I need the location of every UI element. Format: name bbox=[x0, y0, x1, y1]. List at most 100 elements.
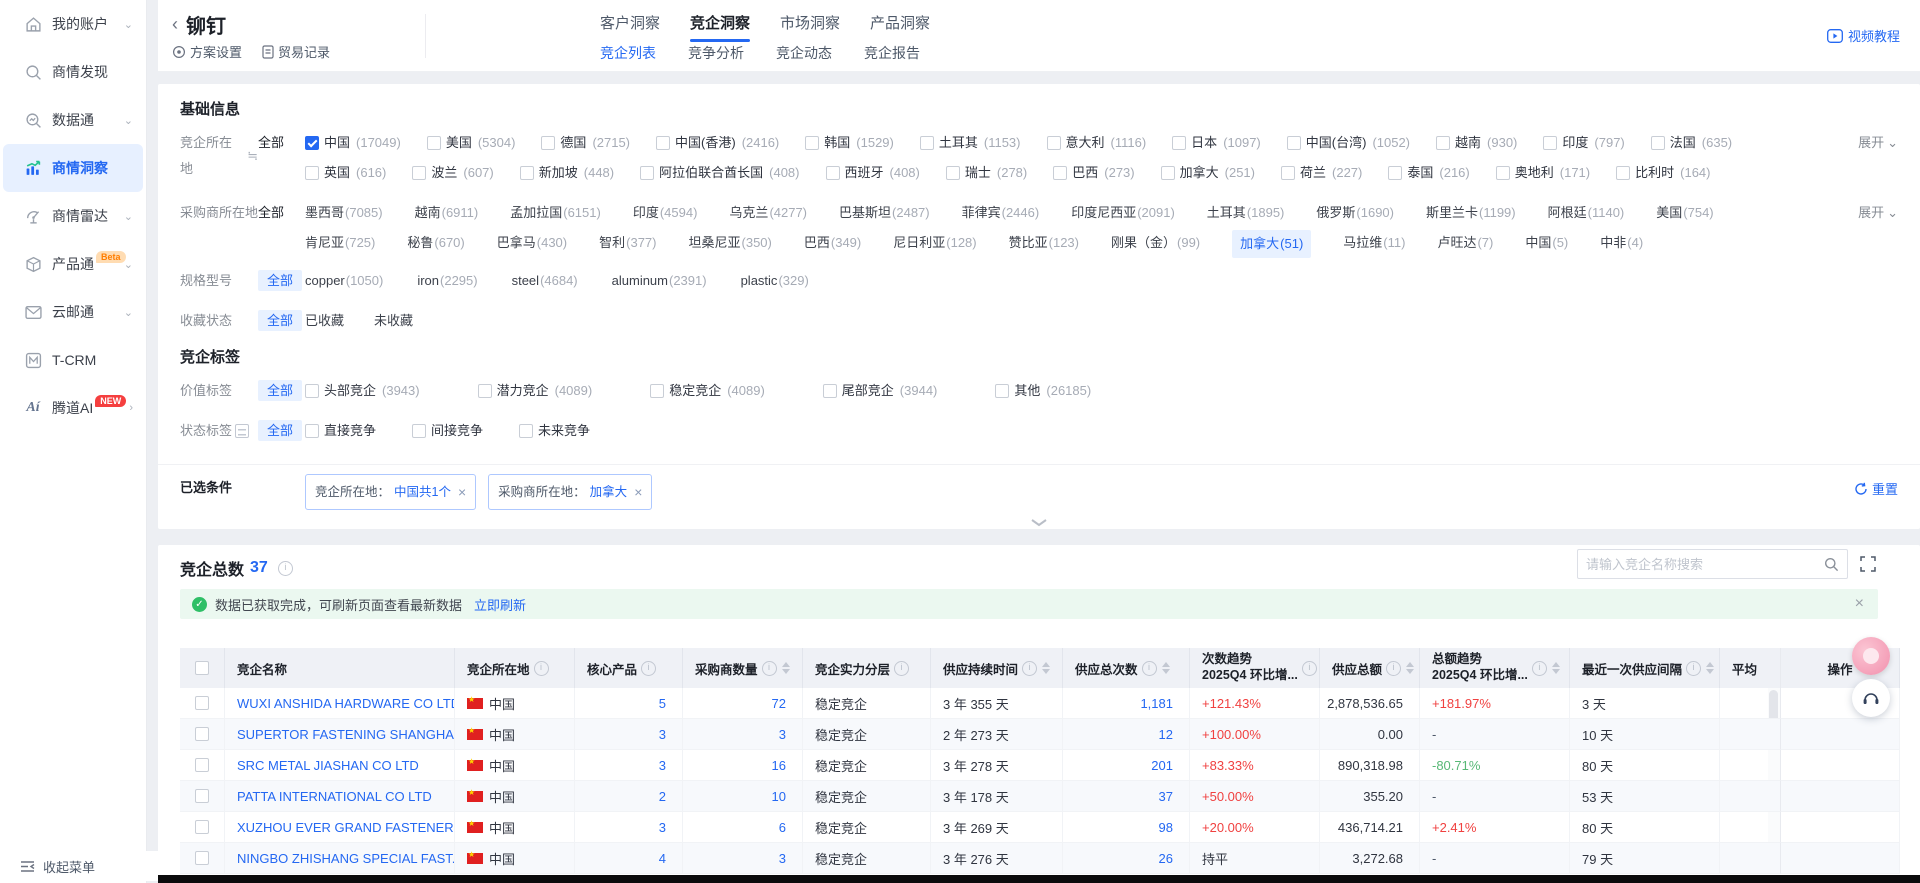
filter-option-阿拉伯联合酋长国[interactable]: 阿拉伯联合酋长国(408) bbox=[640, 160, 799, 186]
sort-icon[interactable] bbox=[1406, 662, 1414, 674]
company-location-all[interactable]: 全部 bbox=[258, 130, 305, 156]
remove-chip-icon[interactable]: × bbox=[634, 486, 642, 498]
filter-option-马拉维[interactable]: 马拉维(11) bbox=[1343, 230, 1405, 258]
filter-option-中非[interactable]: 中非(4) bbox=[1600, 230, 1643, 258]
filter-option-尼日利亚[interactable]: 尼日利亚(128) bbox=[893, 230, 976, 258]
checkbox[interactable] bbox=[412, 424, 426, 438]
checkbox[interactable] bbox=[1287, 136, 1301, 150]
filter-option-韩国[interactable]: 韩国(1529) bbox=[805, 130, 894, 156]
filter-option-奥地利[interactable]: 奥地利(171) bbox=[1496, 160, 1590, 186]
filter-option-间接竞争[interactable]: 间接竞争 bbox=[412, 418, 483, 444]
company-name-link[interactable]: WUXI ANSHIDA HARDWARE CO LTD bbox=[237, 696, 455, 711]
buyer-location-expand[interactable]: 展开⌄ bbox=[1858, 200, 1898, 226]
checkbox[interactable] bbox=[195, 789, 209, 803]
filter-option-荷兰[interactable]: 荷兰(227) bbox=[1281, 160, 1362, 186]
checkbox[interactable] bbox=[1172, 136, 1186, 150]
subtab-竞企动态[interactable]: 竞企动态 bbox=[774, 40, 834, 66]
checkbox[interactable] bbox=[1543, 136, 1557, 150]
checkbox[interactable] bbox=[823, 384, 837, 398]
checkbox[interactable] bbox=[520, 166, 534, 180]
table-scrollbar[interactable] bbox=[1768, 688, 1780, 719]
checkbox[interactable] bbox=[541, 136, 555, 150]
core-products-cell[interactable]: 3 bbox=[575, 719, 683, 750]
filter-option-aluminum[interactable]: aluminum(2391) bbox=[612, 268, 707, 294]
collapse-menu-button[interactable]: 收起菜单 bbox=[0, 851, 166, 881]
status-tags-all[interactable]: 全部 bbox=[258, 418, 305, 444]
checkbox[interactable] bbox=[195, 696, 209, 710]
checkbox[interactable] bbox=[1281, 166, 1295, 180]
filter-option-土耳其[interactable]: 土耳其(1153) bbox=[920, 130, 1021, 156]
checkbox[interactable] bbox=[650, 384, 664, 398]
back-icon[interactable]: ‹ bbox=[172, 14, 178, 35]
filter-option-德国[interactable]: 德国(2715) bbox=[541, 130, 630, 156]
filter-option-意大利[interactable]: 意大利(1116) bbox=[1047, 130, 1147, 156]
filter-option-印度[interactable]: 印度(4594) bbox=[633, 200, 698, 226]
filter-option-iron[interactable]: iron(2295) bbox=[417, 268, 477, 294]
checkbox[interactable] bbox=[412, 166, 426, 180]
filter-option-英国[interactable]: 英国(616) bbox=[305, 160, 386, 186]
filter-option-其他[interactable]: 其他(26185) bbox=[995, 378, 1091, 404]
checkbox[interactable] bbox=[826, 166, 840, 180]
filter-option-已收藏[interactable]: 已收藏 bbox=[305, 308, 344, 334]
table-scrollbar[interactable] bbox=[1768, 719, 1780, 750]
company-name-link[interactable]: XUZHOU EVER GRAND FASTENERS... bbox=[237, 820, 455, 835]
filter-option-加拿大[interactable]: 加拿大(251) bbox=[1161, 160, 1255, 186]
spec-all[interactable]: 全部 bbox=[258, 268, 305, 294]
filter-option-孟加拉国[interactable]: 孟加拉国(6151) bbox=[510, 200, 601, 226]
subtab-竞争分析[interactable]: 竞争分析 bbox=[686, 40, 746, 66]
filter-option-肯尼亚[interactable]: 肯尼亚(725) bbox=[305, 230, 375, 258]
filter-option-巴拿马[interactable]: 巴拿马(430) bbox=[497, 230, 567, 258]
tab-客户洞察[interactable]: 客户洞察 bbox=[598, 6, 662, 42]
sidebar-item-6[interactable]: 产品通Beta⌄ bbox=[3, 240, 143, 288]
buyer-count-cell[interactable]: 72 bbox=[683, 688, 803, 719]
filter-option-美国[interactable]: 美国(5304) bbox=[427, 130, 516, 156]
supply-times-cell[interactable]: 12 bbox=[1063, 719, 1190, 750]
company-location-expand[interactable]: 展开⌄ bbox=[1858, 130, 1898, 156]
filter-option-卢旺达[interactable]: 卢旺达(7) bbox=[1437, 230, 1493, 258]
collapse-filters-button[interactable] bbox=[1019, 518, 1059, 527]
checkbox[interactable] bbox=[427, 136, 441, 150]
checkbox[interactable] bbox=[195, 851, 209, 865]
filter-option-印度[interactable]: 印度(797) bbox=[1543, 130, 1624, 156]
refresh-now-link[interactable]: 立即刷新 bbox=[474, 595, 526, 614]
sidebar-item-8[interactable]: T-CRM bbox=[3, 336, 143, 384]
supply-times-cell[interactable]: 201 bbox=[1063, 750, 1190, 781]
subtab-竞企列表[interactable]: 竞企列表 bbox=[598, 40, 658, 66]
checkbox[interactable] bbox=[195, 727, 209, 741]
company-name-link[interactable]: NINGBO ZHISHANG SPECIAL FAST... bbox=[237, 851, 455, 866]
filter-option-copper[interactable]: copper(1050) bbox=[305, 268, 383, 294]
checkbox[interactable] bbox=[640, 166, 654, 180]
checkbox[interactable] bbox=[1436, 136, 1450, 150]
checkbox[interactable] bbox=[805, 136, 819, 150]
checkbox[interactable] bbox=[478, 384, 492, 398]
filter-option-中国[interactable]: 中国(17049) bbox=[305, 130, 401, 156]
checkbox[interactable] bbox=[946, 166, 960, 180]
filter-option-稳定竞企[interactable]: 稳定竞企(4089) bbox=[650, 378, 765, 404]
supply-times-cell[interactable]: 1,181 bbox=[1063, 688, 1190, 719]
service-avatar-button[interactable] bbox=[1852, 637, 1890, 675]
header-select-all-checkbox[interactable] bbox=[180, 648, 225, 688]
sort-icon[interactable] bbox=[1042, 662, 1050, 674]
filter-option-墨西哥[interactable]: 墨西哥(7085) bbox=[305, 200, 383, 226]
filter-option-法国[interactable]: 法国(635) bbox=[1651, 130, 1732, 156]
filter-option-未收藏[interactable]: 未收藏 bbox=[374, 308, 413, 334]
reset-button[interactable]: 重置 bbox=[1854, 479, 1898, 498]
table-scrollbar[interactable] bbox=[1768, 812, 1780, 843]
filter-option-乌克兰[interactable]: 乌克兰(4277) bbox=[729, 200, 807, 226]
checkbox[interactable] bbox=[1616, 166, 1630, 180]
checkbox[interactable] bbox=[305, 424, 319, 438]
value-tags-all[interactable]: 全部 bbox=[258, 378, 305, 404]
sidebar-item-5[interactable]: 商情雷达⌄ bbox=[3, 192, 143, 240]
checkbox[interactable] bbox=[656, 136, 670, 150]
checkbox[interactable] bbox=[995, 384, 1009, 398]
filter-option-中国[interactable]: 中国(5) bbox=[1525, 230, 1568, 258]
company-name-link[interactable]: SRC METAL JIASHAN CO LTD bbox=[237, 758, 419, 773]
checkbox[interactable] bbox=[195, 820, 209, 834]
filter-option-新加坡[interactable]: 新加坡(448) bbox=[520, 160, 614, 186]
checkbox[interactable] bbox=[305, 166, 319, 180]
checkbox[interactable] bbox=[195, 661, 209, 675]
filter-option-菲律宾[interactable]: 菲律宾(2446) bbox=[962, 200, 1040, 226]
filter-option-plastic[interactable]: plastic(329) bbox=[741, 268, 809, 294]
close-icon[interactable]: × bbox=[1855, 595, 1864, 613]
buyer-count-cell[interactable]: 10 bbox=[683, 781, 803, 812]
